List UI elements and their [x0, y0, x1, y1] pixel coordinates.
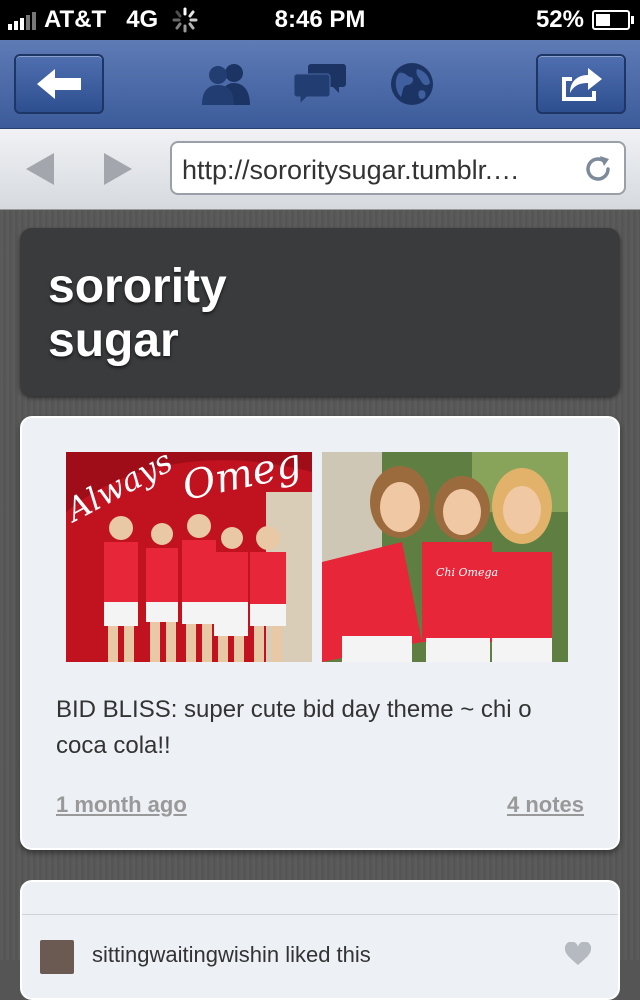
- blog-title[interactable]: sorority sugar: [48, 260, 448, 368]
- address-bar[interactable]: http://sororitysugar.tumblr.…: [170, 141, 626, 195]
- browser-toolbar: http://sororitysugar.tumblr.…: [0, 129, 640, 210]
- notifications-button[interactable]: [384, 60, 440, 108]
- status-bar: AT&T 4G 8:46 PM 52%: [0, 0, 640, 40]
- share-button[interactable]: [536, 54, 626, 114]
- messages-button[interactable]: [292, 60, 348, 108]
- post-photo-1[interactable]: Always Omeg: [66, 452, 312, 662]
- back-button[interactable]: [14, 54, 104, 114]
- notes-card: sittingwaitingwishin liked this: [20, 880, 620, 1000]
- group-photo-right: Chi Omega: [322, 452, 568, 662]
- url-text: http://sororitysugar.tumblr.…: [182, 155, 520, 185]
- post-time-link[interactable]: 1 month ago: [56, 792, 187, 818]
- post-caption: BID BLISS: super cute bid day theme ~ ch…: [56, 696, 532, 759]
- app-navigation-bar: [0, 40, 640, 129]
- triangle-left-icon: [26, 153, 54, 185]
- photo2-text: Chi Omega: [436, 566, 498, 579]
- post-card: Always Omeg Chi Omega BID BLISS: super c…: [20, 416, 620, 850]
- reload-icon: [586, 156, 610, 181]
- divider: [22, 914, 618, 915]
- battery-percent: 52%: [535, 6, 584, 33]
- friends-icon: [202, 64, 250, 105]
- triangle-right-icon: [104, 153, 132, 185]
- heart-icon: [564, 941, 592, 971]
- page-content: sorority sugar Always Omeg Chi Omega BID…: [0, 210, 640, 1000]
- reload-button[interactable]: [582, 153, 614, 190]
- friend-requests-button[interactable]: [198, 60, 254, 108]
- share-icon: [562, 68, 602, 101]
- messages-icon: [293, 64, 346, 106]
- globe-icon: [391, 63, 433, 105]
- post-notes-link[interactable]: 4 notes: [507, 792, 584, 818]
- note-text[interactable]: sittingwaitingwishin liked this: [92, 942, 371, 968]
- browser-forward-button[interactable]: [102, 151, 134, 192]
- post-photo-2[interactable]: Chi Omega: [322, 452, 568, 662]
- browser-back-button[interactable]: [24, 151, 56, 192]
- battery-icon: [592, 10, 634, 30]
- blog-header: sorority sugar: [20, 228, 620, 396]
- back-arrow-icon: [37, 69, 81, 99]
- avatar[interactable]: [40, 940, 74, 974]
- group-photo-left: Always Omeg: [66, 452, 312, 662]
